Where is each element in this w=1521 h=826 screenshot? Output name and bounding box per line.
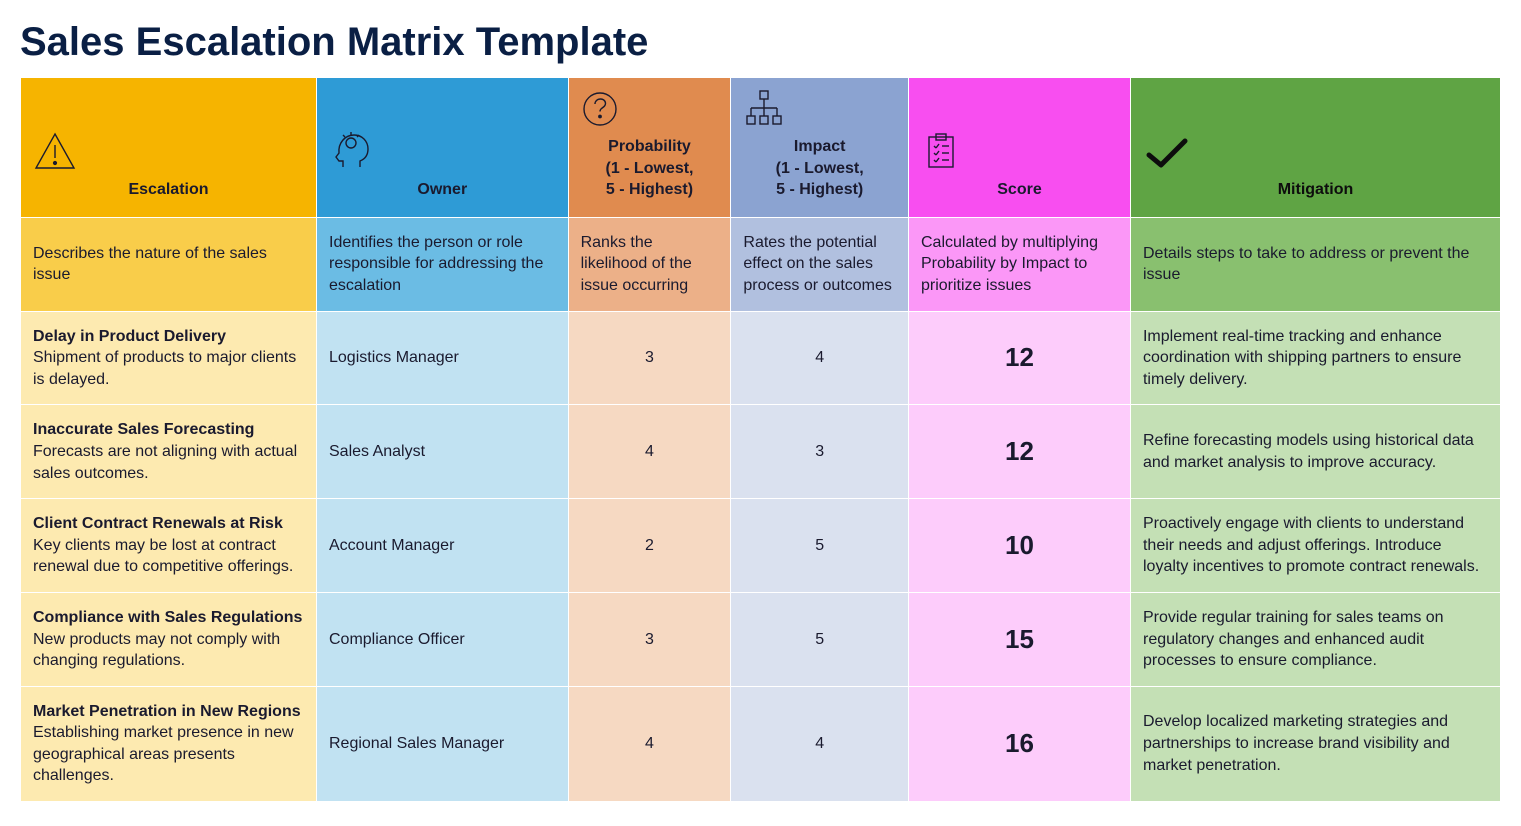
row-title: Delay in Product Delivery bbox=[33, 326, 304, 348]
header-label: Impact (1 - Lowest, 5 - Highest) bbox=[776, 138, 864, 198]
cell-mitigation: Proactively engage with clients to under… bbox=[1130, 499, 1500, 593]
header-score: Score bbox=[908, 78, 1130, 218]
row-title: Market Penetration in New Regions bbox=[33, 701, 304, 723]
cell-impact: 5 bbox=[731, 592, 909, 686]
cell-escalation: Market Penetration in New Regions Establ… bbox=[21, 686, 317, 801]
row-detail: Key clients may be lost at contract rene… bbox=[33, 537, 293, 576]
row-title: Compliance with Sales Regulations bbox=[33, 607, 304, 629]
hierarchy-icon bbox=[743, 88, 896, 128]
cell-escalation: Compliance with Sales Regulations New pr… bbox=[21, 592, 317, 686]
header-label: Probability (1 - Lowest, 5 - Highest) bbox=[605, 138, 693, 198]
cell-score: 15 bbox=[908, 592, 1130, 686]
desc-mitigation: Details steps to take to address or prev… bbox=[1130, 217, 1500, 311]
cell-score: 12 bbox=[908, 311, 1130, 405]
table-row: Delay in Product Delivery Shipment of pr… bbox=[21, 311, 1501, 405]
header-label: Owner bbox=[417, 181, 467, 198]
cell-escalation: Inaccurate Sales Forecasting Forecasts a… bbox=[21, 405, 317, 499]
cell-probability: 4 bbox=[568, 686, 731, 801]
header-mitigation: Mitigation bbox=[1130, 78, 1500, 218]
header-label: Escalation bbox=[128, 181, 208, 198]
cell-probability: 4 bbox=[568, 405, 731, 499]
cell-probability: 2 bbox=[568, 499, 731, 593]
header-impact: Impact (1 - Lowest, 5 - Highest) bbox=[731, 78, 909, 218]
header-probability: Probability (1 - Lowest, 5 - Highest) bbox=[568, 78, 731, 218]
cell-probability: 3 bbox=[568, 592, 731, 686]
cell-impact: 5 bbox=[731, 499, 909, 593]
escalation-matrix-table: Escalation Owner Probability (1 - Lowest… bbox=[20, 77, 1501, 802]
cell-impact: 4 bbox=[731, 686, 909, 801]
table-row: Inaccurate Sales Forecasting Forecasts a… bbox=[21, 405, 1501, 499]
table-row: Client Contract Renewals at Risk Key cli… bbox=[21, 499, 1501, 593]
desc-score: Calculated by multiplying Probability by… bbox=[908, 217, 1130, 311]
cell-escalation: Client Contract Renewals at Risk Key cli… bbox=[21, 499, 317, 593]
header-escalation: Escalation bbox=[21, 78, 317, 218]
table-description-row: Describes the nature of the sales issue … bbox=[21, 217, 1501, 311]
cell-owner: Account Manager bbox=[317, 499, 569, 593]
cell-score: 16 bbox=[908, 686, 1130, 801]
row-detail: Establishing market presence in new geog… bbox=[33, 724, 294, 784]
page-title: Sales Escalation Matrix Template bbox=[20, 20, 1501, 65]
header-label: Mitigation bbox=[1278, 181, 1354, 198]
row-title: Client Contract Renewals at Risk bbox=[33, 513, 304, 535]
desc-owner: Identifies the person or role responsibl… bbox=[317, 217, 569, 311]
check-icon bbox=[1143, 135, 1488, 171]
header-label: Score bbox=[997, 181, 1041, 198]
table-row: Market Penetration in New Regions Establ… bbox=[21, 686, 1501, 801]
table-row: Compliance with Sales Regulations New pr… bbox=[21, 592, 1501, 686]
header-owner: Owner bbox=[317, 78, 569, 218]
desc-probability: Ranks the likelihood of the issue occurr… bbox=[568, 217, 731, 311]
cell-impact: 3 bbox=[731, 405, 909, 499]
desc-escalation: Describes the nature of the sales issue bbox=[21, 217, 317, 311]
cell-owner: Compliance Officer bbox=[317, 592, 569, 686]
cell-probability: 3 bbox=[568, 311, 731, 405]
cell-owner: Regional Sales Manager bbox=[317, 686, 569, 801]
checklist-icon bbox=[921, 131, 1118, 171]
cell-owner: Logistics Manager bbox=[317, 311, 569, 405]
cell-escalation: Delay in Product Delivery Shipment of pr… bbox=[21, 311, 317, 405]
row-detail: Forecasts are not aligning with actual s… bbox=[33, 443, 297, 482]
cell-impact: 4 bbox=[731, 311, 909, 405]
cell-mitigation: Implement real-time tracking and enhance… bbox=[1130, 311, 1500, 405]
warning-triangle-icon bbox=[33, 131, 304, 171]
cell-mitigation: Provide regular training for sales teams… bbox=[1130, 592, 1500, 686]
cell-owner: Sales Analyst bbox=[317, 405, 569, 499]
row-title: Inaccurate Sales Forecasting bbox=[33, 419, 304, 441]
cell-mitigation: Develop localized marketing strategies a… bbox=[1130, 686, 1500, 801]
row-detail: New products may not comply with changin… bbox=[33, 631, 280, 670]
question-circle-icon bbox=[581, 90, 719, 128]
desc-impact: Rates the potential effect on the sales … bbox=[731, 217, 909, 311]
table-header-row: Escalation Owner Probability (1 - Lowest… bbox=[21, 78, 1501, 218]
cell-mitigation: Refine forecasting models using historic… bbox=[1130, 405, 1500, 499]
cell-score: 12 bbox=[908, 405, 1130, 499]
row-detail: Shipment of products to major clients is… bbox=[33, 349, 296, 388]
cell-score: 10 bbox=[908, 499, 1130, 593]
head-idea-icon bbox=[329, 127, 556, 171]
